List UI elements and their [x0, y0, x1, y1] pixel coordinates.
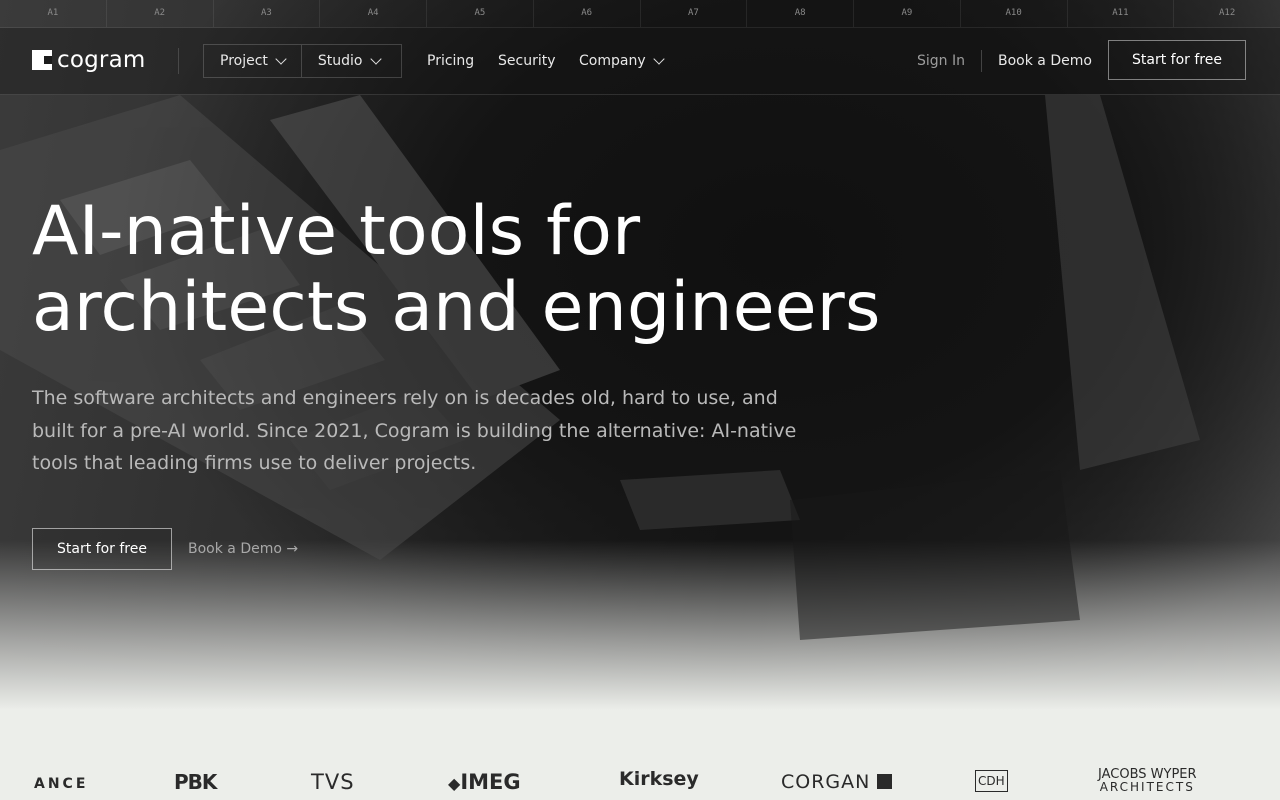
column-label: A12 — [1218, 8, 1236, 18]
column-label: A1 — [0, 0, 107, 27]
product-nav-group: Project Studio — [203, 44, 402, 78]
client-logo-corgan-text: CORGAN — [781, 771, 871, 793]
nav-link-security[interactable]: Security — [498, 44, 556, 78]
client-logo-jacobs-wyper-line2: ARCHITECTS — [1099, 780, 1195, 794]
start-free-button[interactable]: Start for free — [32, 528, 172, 570]
start-free-nav-button[interactable]: Start for free — [1108, 40, 1246, 80]
client-logo-imeg-text: IMEG — [460, 770, 521, 794]
nav-company-label: Company — [579, 53, 646, 69]
client-logo-jacobs-wyper: JACOBS WYPER ARCHITECTS — [1098, 768, 1197, 794]
brand-name: cogram — [57, 47, 146, 73]
column-label: A2 — [107, 0, 214, 27]
book-demo-link[interactable]: Book a Demo — [998, 44, 1092, 78]
brand-logo-link[interactable]: cogram — [32, 48, 145, 72]
column-label: A3 — [214, 0, 321, 27]
column-grid-ruler: A1 A2 A3 A4 A5 A6 A7 A8 A9 A10 A11 A12 — [0, 0, 1280, 28]
column-label: A4 — [320, 0, 427, 27]
client-logo-pbk: PBK — [174, 770, 217, 794]
sign-in-link[interactable]: Sign In — [917, 44, 965, 78]
hero-description: The software architects and engineers re… — [32, 387, 797, 474]
client-logos-strip: ANCE PBK TVS ◆IMEG Kirksey CORGAN CDH JA… — [0, 762, 1280, 800]
column-label: A8 — [747, 0, 854, 27]
book-demo-button[interactable]: Book a Demo → — [188, 528, 298, 570]
client-logo-kirksey: Kirksey — [619, 768, 699, 790]
nav-studio-label: Studio — [317, 53, 363, 69]
nav-link-pricing[interactable]: Pricing — [427, 44, 474, 78]
square-logo-icon — [877, 774, 893, 789]
client-logo-cdh: CDH — [975, 770, 1008, 792]
cogram-logo-icon — [32, 50, 52, 70]
chevron-down-icon — [275, 53, 287, 65]
top-navigation: cogram Project Studio Pricing Security C… — [0, 28, 1280, 95]
chevron-down-icon — [369, 53, 382, 65]
nav-divider — [981, 50, 982, 72]
nav-project-label: Project — [220, 53, 268, 69]
column-label: A9 — [854, 0, 961, 27]
column-label: A6 — [534, 0, 641, 27]
nav-company-dropdown[interactable]: Company — [579, 44, 665, 78]
nav-divider — [178, 48, 179, 74]
nav-project-dropdown[interactable]: Project — [204, 45, 301, 77]
column-label: A11 — [1068, 0, 1175, 27]
column-label: A7 — [641, 0, 748, 27]
headline-line: architects and engineers — [32, 268, 881, 347]
column-label: A10 — [961, 0, 1068, 27]
hero-headline: AI-native tools for architects and engin… — [32, 194, 881, 346]
client-logo-corgan: CORGAN — [781, 771, 893, 793]
client-logo-imeg: ◆IMEG — [448, 770, 521, 794]
diamond-logo-icon: ◆ — [448, 774, 461, 793]
column-label: A5 — [427, 0, 534, 27]
chevron-down-icon — [652, 53, 665, 65]
client-logo-tvs: TVS — [311, 770, 355, 794]
headline-line: AI-native tools for — [32, 192, 641, 271]
nav-studio-dropdown[interactable]: Studio — [300, 45, 396, 77]
client-logo-ance: ANCE — [34, 776, 89, 792]
